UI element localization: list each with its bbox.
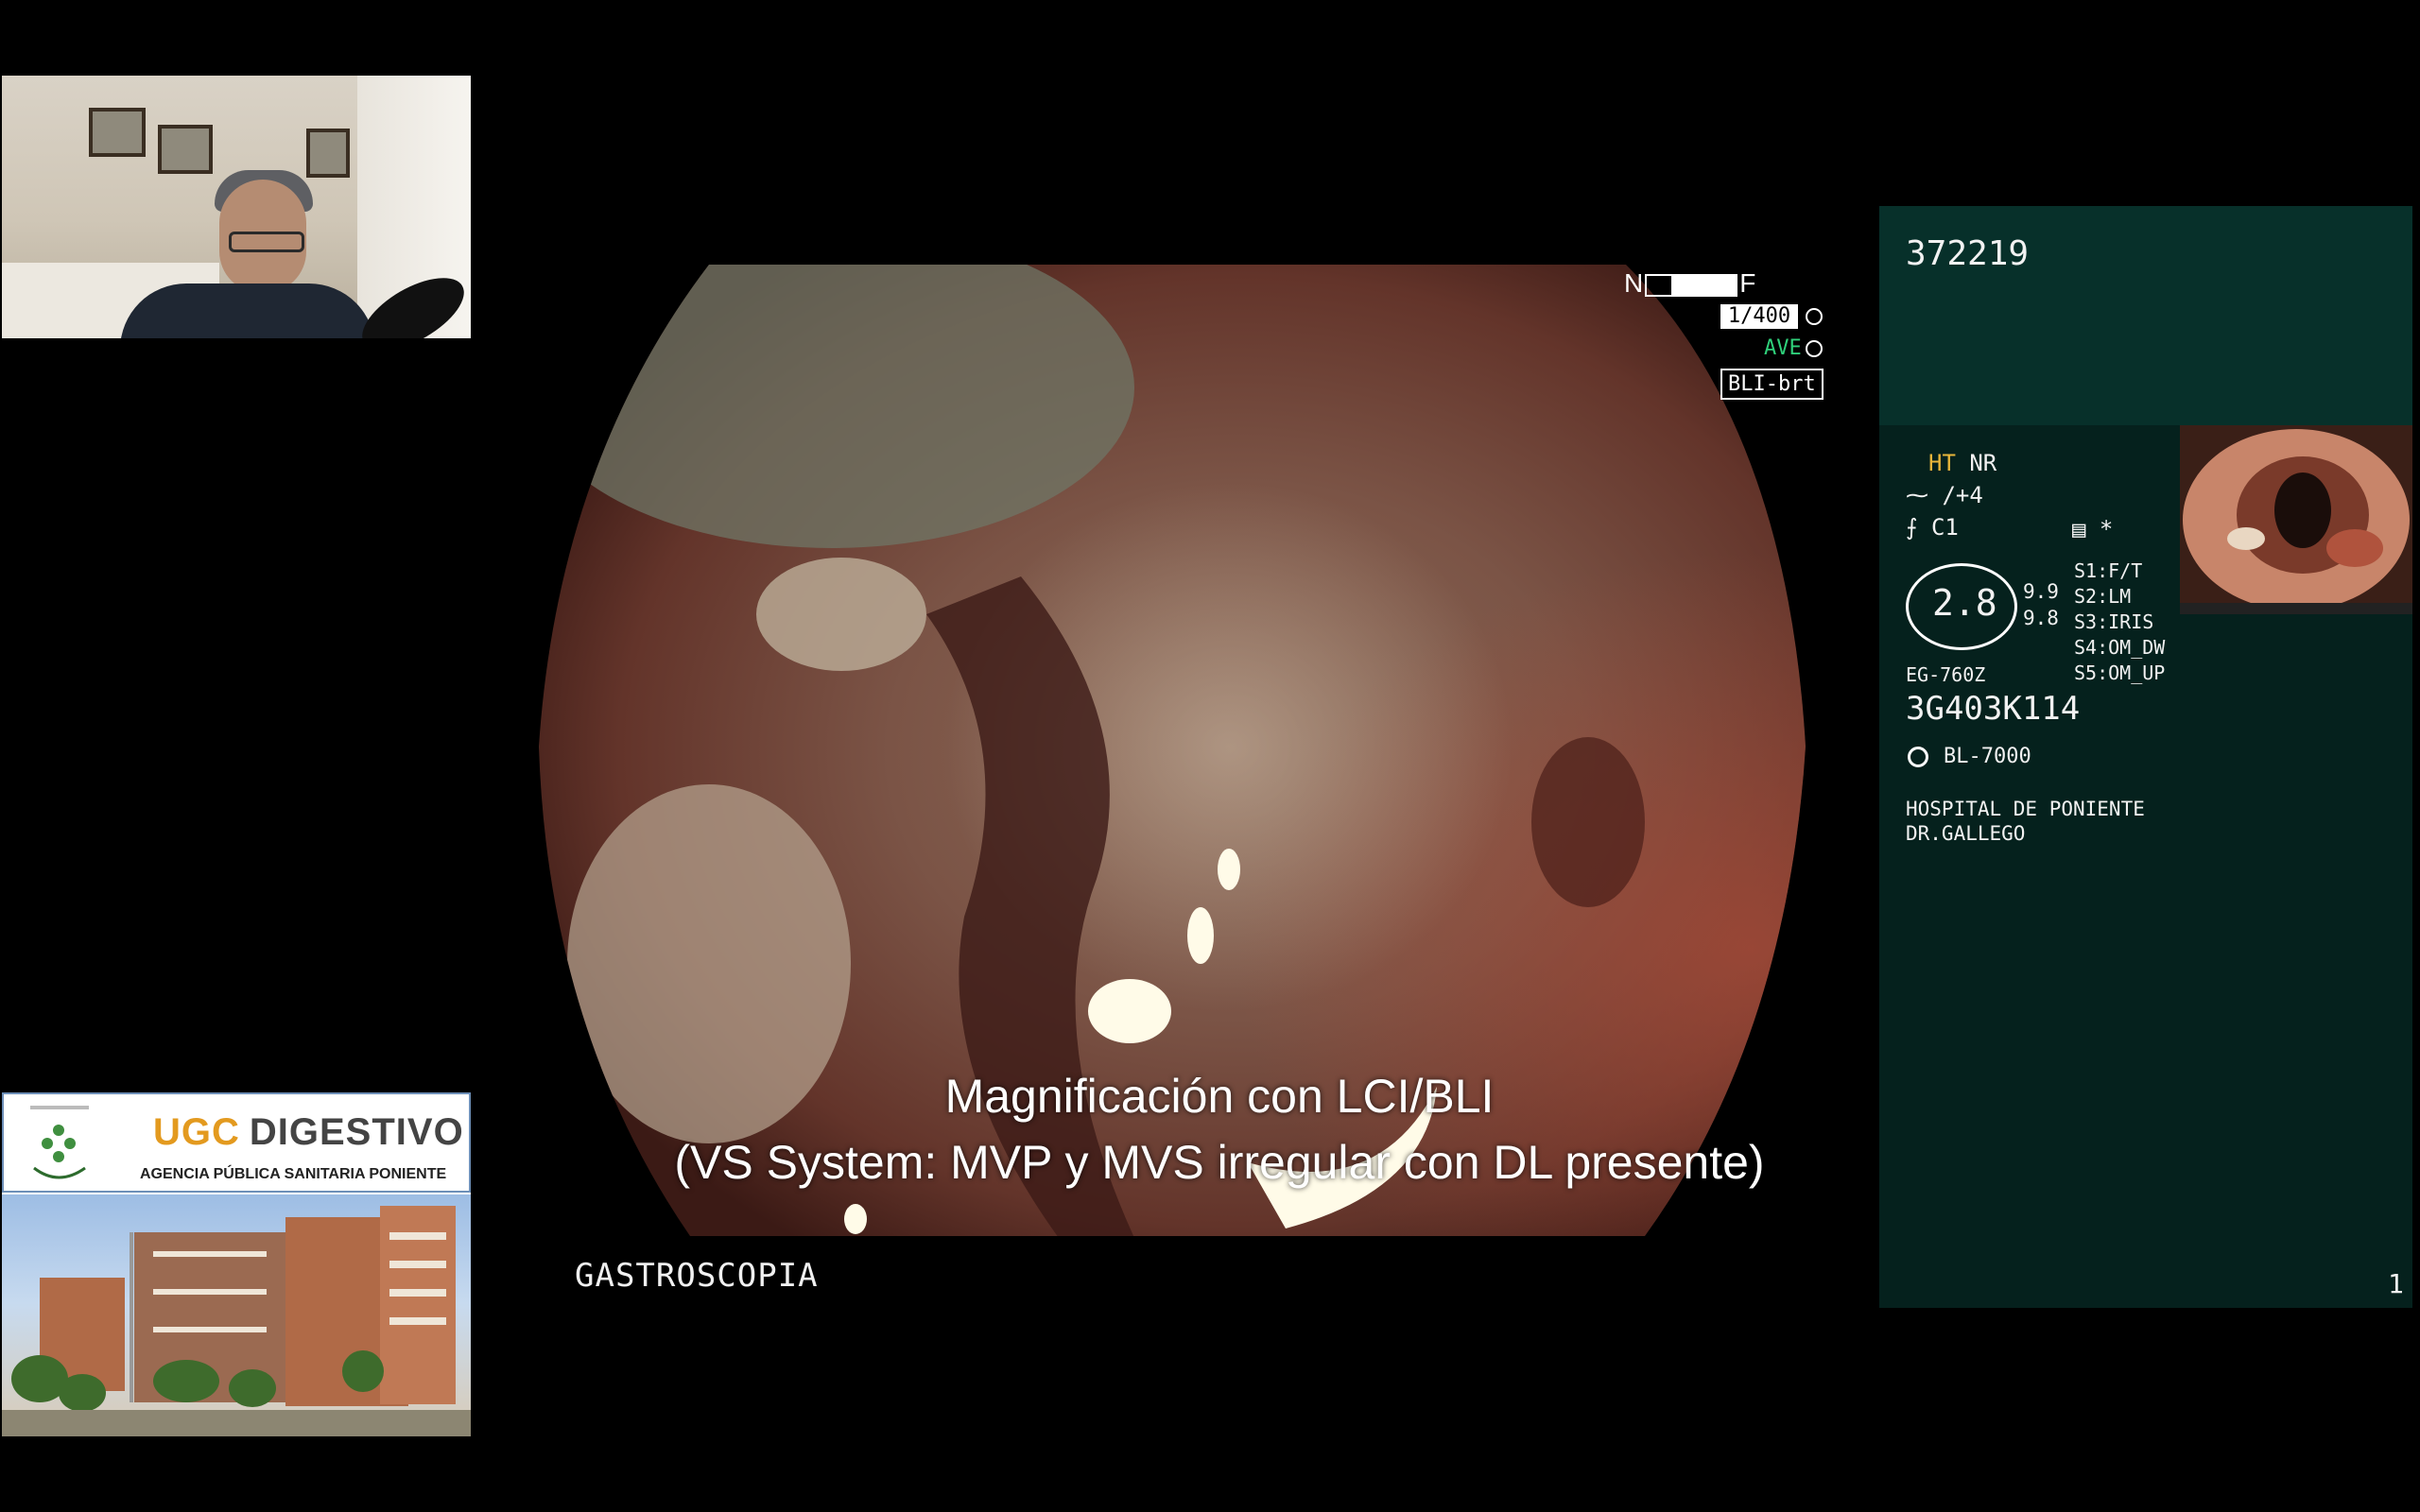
- imaging-mode: BLI-brt: [1720, 369, 1824, 400]
- menu-value: *: [2099, 516, 2114, 542]
- presenter-shirt: [120, 284, 375, 338]
- average-icon: [1806, 340, 1823, 357]
- logo-banner: UGC DIGESTIVO AGENCIA PÚBLICA SANITARIA P…: [2, 1092, 471, 1193]
- menu-icon: ▤: [2072, 516, 2100, 542]
- color-mode: ⨍ C1: [1906, 514, 1959, 541]
- page-number: 1: [2388, 1268, 2404, 1299]
- switch-4: S4:OM_DW: [2074, 636, 2166, 659]
- ht-status: HT NR: [1928, 450, 1996, 476]
- scope-model: EG-760Z: [1906, 663, 1986, 686]
- menu-status: ▤ *: [2072, 516, 2113, 542]
- processor-info-panel: 372219 HT NR ⁓ /+4 ⨍ C1 ▤ * 2.8 9.9 9.8 …: [1879, 206, 2412, 1308]
- emblem-icon: [30, 1106, 89, 1179]
- subtitle: Magnificación con LCI/BLI (VS System: MV…: [548, 1063, 1891, 1195]
- far-label: F: [1739, 268, 1756, 298]
- wall-picture: [306, 129, 350, 178]
- ht-label: HT: [1928, 450, 1956, 476]
- hospital-logo-tile: UGC DIGESTIVO AGENCIA PÚBLICA SANITARIA P…: [2, 1092, 471, 1436]
- light-source-icon: [1908, 747, 1928, 767]
- hospital-name: HOSPITAL DE PONIENTE: [1906, 798, 2145, 820]
- switch-5: S5:OM_UP: [2074, 662, 2166, 684]
- switch-1: S1:F/T: [2074, 559, 2143, 582]
- digestivo-label: DIGESTIVO: [249, 1111, 464, 1153]
- agency-label: AGENCIA PÚBLICA SANITARIA PONIENTE: [140, 1166, 447, 1182]
- glasses: [229, 232, 304, 252]
- doctor-name: DR.GALLEGO: [1906, 822, 2026, 845]
- light-source: BL-7000: [1944, 745, 2031, 768]
- near-far-bar: [1645, 273, 1738, 297]
- enhancement-value: /+4: [1942, 482, 1983, 508]
- shutter-icon: [1806, 308, 1823, 325]
- color-icon: ⨍: [1906, 514, 1931, 541]
- near-label: N: [1624, 268, 1644, 298]
- thumbnail-image: [2180, 425, 2412, 614]
- average-mode: AVE: [1764, 336, 1802, 360]
- nr-label: NR: [1969, 450, 1997, 476]
- ugc-label: UGC: [153, 1111, 240, 1153]
- color-value: C1: [1930, 514, 1959, 541]
- enhancement-icon: ⁓: [1906, 482, 1943, 508]
- patient-id: 372219: [1906, 234, 2030, 273]
- wall-picture: [89, 108, 146, 157]
- switch-2: S2:LM: [2074, 585, 2132, 608]
- zoom-aux-b: 9.8: [2023, 607, 2059, 629]
- subtitle-line2: (VS System: MVP y MVS irregular con DL p…: [674, 1136, 1765, 1189]
- zoom-value: 2.8: [1932, 582, 1997, 624]
- switch-3: S3:IRIS: [2074, 610, 2154, 633]
- subtitle-line1: Magnificación con LCI/BLI: [944, 1070, 1495, 1123]
- shutter-speed: 1/400: [1720, 304, 1798, 329]
- webcam-video: [2, 76, 471, 338]
- scope-serial: 3G403K114: [1906, 690, 2081, 728]
- hospital-photo: [2, 1194, 471, 1436]
- enhancement: ⁓ /+4: [1906, 482, 1983, 508]
- near-far-indicator: NF: [1624, 268, 1755, 299]
- wall-picture: [158, 125, 213, 174]
- ugc-title: UGC DIGESTIVO: [153, 1111, 464, 1154]
- zoom-aux-a: 9.9: [2023, 580, 2059, 603]
- exam-type: GASTROSCOPIA: [575, 1257, 819, 1295]
